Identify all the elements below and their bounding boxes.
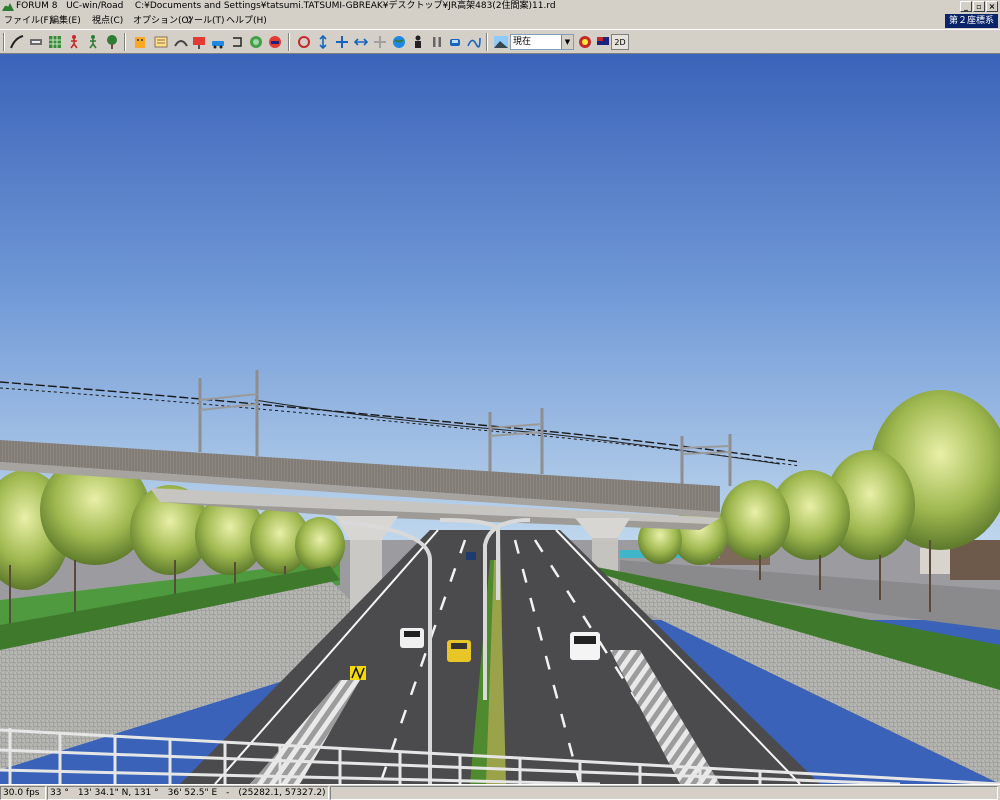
toolbar-separator [124, 33, 126, 51]
vehicle-white-right [570, 632, 600, 660]
toolbar-separator [288, 33, 290, 51]
file-path: C:¥Documents and Settings¥tatsumi.TATSUM… [134, 1, 556, 11]
globe-icon [393, 36, 405, 48]
bridge-tool-button[interactable] [190, 33, 208, 51]
coordinate-readout: 33 ° 13' 34.1" N, 131 ° 36' 52.5" E - (2… [47, 786, 329, 800]
time-select[interactable]: 現在 ▼ [510, 34, 574, 50]
status-empty-pane [330, 786, 998, 800]
tunnel-icon [174, 40, 188, 47]
time-select-value: 現在 [513, 37, 532, 47]
path-icon [467, 37, 481, 48]
fly-cross-disabled-icon [374, 36, 386, 48]
camera-move-button[interactable] [333, 33, 351, 51]
window-controls: _ ▫ × [960, 1, 998, 12]
app-name: FORUM 8 [16, 1, 58, 11]
toolbar-grip [3, 33, 5, 51]
vehicle-tool-button[interactable] [209, 33, 227, 51]
model-tool-button[interactable] [131, 33, 149, 51]
building-icon [135, 37, 145, 48]
forum8-logo-icon [2, 3, 14, 11]
landscape-photo-icon [494, 36, 508, 48]
car-front-icon [450, 39, 460, 46]
vehicle-distant [466, 552, 476, 560]
application-window: FORUM 8 UC-win/Road C:¥Documents and Set… [0, 0, 1000, 800]
close-button[interactable]: × [986, 1, 998, 12]
pedestrian-tool-button[interactable] [65, 33, 83, 51]
chevron-down-icon[interactable]: ▼ [561, 35, 573, 49]
rotate-view-icon [298, 36, 310, 48]
vehicle-white-left [400, 628, 424, 648]
camera-up-button[interactable] [314, 33, 332, 51]
menu-view[interactable]: 視点(C) [92, 13, 123, 29]
window-title: FORUM 8 UC-win/Road C:¥Documents and Set… [16, 0, 556, 13]
title-bar: FORUM 8 UC-win/Road C:¥Documents and Set… [0, 0, 1000, 13]
scene-render [0, 54, 1000, 784]
tree-tool-button[interactable] [103, 33, 121, 51]
signal-icon [579, 36, 591, 48]
camera-rotate-button[interactable] [295, 33, 313, 51]
menu-edit[interactable]: 編集(E) [50, 13, 81, 29]
cross-section-tool-button[interactable] [27, 33, 45, 51]
menu-options[interactable]: オプション(O) [133, 13, 192, 29]
3d-viewport[interactable] [0, 54, 1000, 784]
fps-readout: 30.0 fps [0, 786, 46, 800]
world-view-button[interactable] [390, 33, 408, 51]
coordinate-system-badge[interactable]: 第２座標系 [944, 14, 998, 28]
flag-icon [597, 37, 609, 45]
drive-mode-button[interactable] [446, 33, 464, 51]
driver-view-button[interactable] [409, 33, 427, 51]
tree-icon [107, 35, 117, 49]
minimize-button[interactable]: _ [960, 1, 972, 12]
flag-button[interactable] [594, 33, 612, 51]
globe-plant-icon [250, 36, 262, 48]
person-icon [415, 35, 421, 48]
vehicle-yellow [447, 640, 471, 662]
menu-tools[interactable]: ツール(T) [185, 13, 225, 29]
sign-icon [193, 37, 205, 49]
status-bar: 30.0 fps 33 ° 13' 34.1" N, 131 ° 36' 52.… [0, 784, 1000, 800]
main-toolbar: 現在 ▼ 2D [0, 29, 1000, 54]
traffic-tool-button[interactable] [266, 33, 284, 51]
road-curve-icon [10, 35, 24, 49]
menu-help[interactable]: ヘルプ(H) [226, 13, 267, 29]
move-vertical-icon [319, 34, 327, 50]
flight-path-button[interactable] [465, 33, 483, 51]
traffic-car-icon [269, 36, 281, 48]
edit-model-button[interactable] [152, 33, 170, 51]
product-name: UC-win/Road [66, 1, 124, 11]
move-horizontal-icon [353, 38, 369, 46]
landscape-tool-button[interactable] [247, 33, 265, 51]
menu-file[interactable]: ファイル(F) [4, 13, 52, 29]
walk-mode-button[interactable] [84, 33, 102, 51]
pause-button[interactable] [428, 33, 446, 51]
menu-bar: ファイル(F) 編集(E) 視点(C) オプション(O) ツール(T) ヘルプ(… [0, 13, 1000, 29]
road-plan-tool-button[interactable] [8, 33, 26, 51]
walker-red-icon [70, 35, 78, 49]
terrain-grid-icon [49, 36, 61, 48]
route-arrows-icon [233, 37, 242, 47]
car-icon [212, 41, 224, 49]
view-2d-button[interactable]: 2D [611, 34, 629, 50]
traffic-signal-button[interactable] [576, 33, 594, 51]
edit-table-icon [154, 36, 168, 48]
move-cross-icon [336, 36, 348, 48]
restore-button[interactable]: ▫ [973, 1, 985, 12]
camera-slide-button[interactable] [352, 33, 370, 51]
pause-icon [433, 37, 441, 47]
terrain-tool-button[interactable] [46, 33, 64, 51]
cross-section-icon [30, 39, 42, 45]
camera-fly-button[interactable] [371, 33, 389, 51]
route-tool-button[interactable] [228, 33, 246, 51]
sun-time-button[interactable] [492, 33, 510, 51]
toolbar-separator [486, 33, 488, 51]
walker-green-icon [89, 35, 97, 49]
tunnel-tool-button[interactable] [172, 33, 190, 51]
